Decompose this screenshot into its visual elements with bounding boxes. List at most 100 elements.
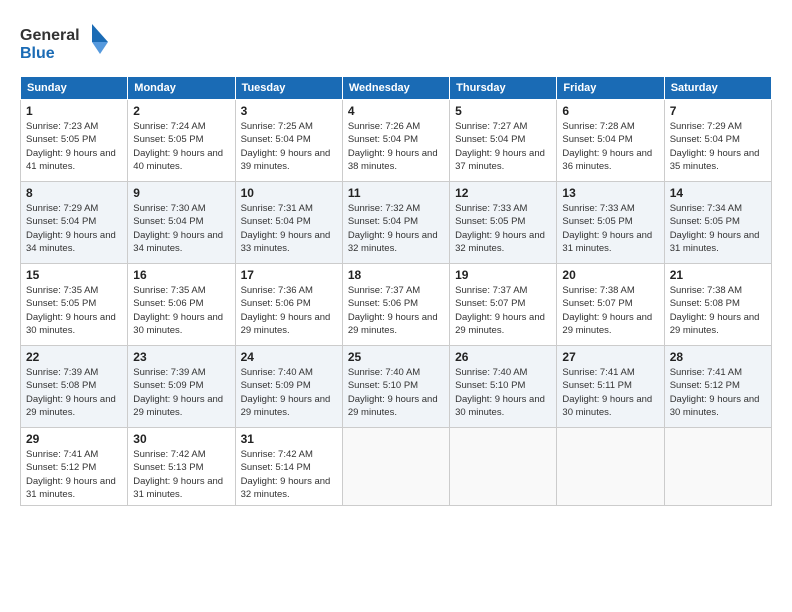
calendar-cell: 7 Sunrise: 7:29 AMSunset: 5:04 PMDaylight… (664, 100, 771, 182)
calendar-cell: 2 Sunrise: 7:24 AMSunset: 5:05 PMDaylight… (128, 100, 235, 182)
day-info: Sunrise: 7:23 AMSunset: 5:05 PMDaylight:… (26, 120, 122, 173)
day-info: Sunrise: 7:29 AMSunset: 5:04 PMDaylight:… (26, 202, 122, 255)
day-number: 11 (348, 186, 444, 200)
calendar-cell: 3Sunrise: 7:25 AMSunset: 5:04 PMDaylight… (235, 100, 342, 182)
day-info: Sunrise: 7:28 AMSunset: 5:04 PMDaylight:… (562, 120, 658, 173)
calendar-cell: 14 Sunrise: 7:34 AMSunset: 5:05 PMDayligh… (664, 182, 771, 264)
day-info: Sunrise: 7:33 AMSunset: 5:05 PMDaylight:… (562, 202, 658, 255)
day-info: Sunrise: 7:41 AMSunset: 5:12 PMDaylight:… (26, 448, 122, 501)
day-info: Sunrise: 7:29 AMSunset: 5:04 PMDaylight:… (670, 120, 766, 173)
day-number: 5 (455, 104, 551, 118)
day-number: 27 (562, 350, 658, 364)
day-info: Sunrise: 7:35 AMSunset: 5:05 PMDaylight:… (26, 284, 122, 337)
calendar-cell: 15 Sunrise: 7:35 AMSunset: 5:05 PMDayligh… (21, 264, 128, 346)
calendar-cell (342, 428, 449, 506)
day-number: 10 (241, 186, 337, 200)
day-number: 9 (133, 186, 229, 200)
day-number: 15 (26, 268, 122, 282)
calendar-table: SundayMondayTuesdayWednesdayThursdayFrid… (20, 76, 772, 506)
day-number: 16 (133, 268, 229, 282)
calendar-cell: 16 Sunrise: 7:35 AMSunset: 5:06 PMDayligh… (128, 264, 235, 346)
calendar-cell: 24Sunrise: 7:40 AMSunset: 5:09 PMDayligh… (235, 346, 342, 428)
calendar-cell: 18Sunrise: 7:37 AMSunset: 5:06 PMDayligh… (342, 264, 449, 346)
day-info: Sunrise: 7:32 AMSunset: 5:04 PMDaylight:… (348, 202, 444, 255)
day-number: 2 (133, 104, 229, 118)
day-info: Sunrise: 7:41 AMSunset: 5:11 PMDaylight:… (562, 366, 658, 419)
day-info: Sunrise: 7:42 AMSunset: 5:14 PMDaylight:… (241, 448, 337, 501)
day-info: Sunrise: 7:38 AMSunset: 5:07 PMDaylight:… (562, 284, 658, 337)
day-number: 25 (348, 350, 444, 364)
calendar-cell: 31 Sunrise: 7:42 AMSunset: 5:14 PMDayligh… (235, 428, 342, 506)
calendar-cell: 30Sunrise: 7:42 AMSunset: 5:13 PMDayligh… (128, 428, 235, 506)
calendar-cell: 23 Sunrise: 7:39 AMSunset: 5:09 PMDayligh… (128, 346, 235, 428)
calendar-cell: 12Sunrise: 7:33 AMSunset: 5:05 PMDayligh… (450, 182, 557, 264)
weekday-header-sunday: Sunday (21, 77, 128, 100)
day-number: 24 (241, 350, 337, 364)
weekday-header-thursday: Thursday (450, 77, 557, 100)
calendar-cell: 17 Sunrise: 7:36 AMSunset: 5:06 PMDayligh… (235, 264, 342, 346)
day-info: Sunrise: 7:35 AMSunset: 5:06 PMDaylight:… (133, 284, 229, 337)
svg-text:General: General (20, 27, 80, 44)
calendar-cell (450, 428, 557, 506)
day-number: 14 (670, 186, 766, 200)
day-number: 1 (26, 104, 122, 118)
svg-text:Blue: Blue (20, 45, 55, 62)
day-number: 31 (241, 432, 337, 446)
calendar-cell: 21Sunrise: 7:38 AMSunset: 5:08 PMDayligh… (664, 264, 771, 346)
day-number: 30 (133, 432, 229, 446)
logo-svg: General Blue (20, 20, 110, 64)
calendar-week-5: 29 Sunrise: 7:41 AMSunset: 5:12 PMDayligh… (21, 428, 772, 506)
calendar-cell: 11 Sunrise: 7:32 AMSunset: 5:04 PMDayligh… (342, 182, 449, 264)
day-info: Sunrise: 7:37 AMSunset: 5:07 PMDaylight:… (455, 284, 551, 337)
day-info: Sunrise: 7:31 AMSunset: 5:04 PMDaylight:… (241, 202, 337, 255)
calendar-cell: 25 Sunrise: 7:40 AMSunset: 5:10 PMDayligh… (342, 346, 449, 428)
calendar-cell: 27 Sunrise: 7:41 AMSunset: 5:11 PMDayligh… (557, 346, 664, 428)
day-info: Sunrise: 7:27 AMSunset: 5:04 PMDaylight:… (455, 120, 551, 173)
day-info: Sunrise: 7:39 AMSunset: 5:08 PMDaylight:… (26, 366, 122, 419)
day-info: Sunrise: 7:39 AMSunset: 5:09 PMDaylight:… (133, 366, 229, 419)
calendar-cell: 9Sunrise: 7:30 AMSunset: 5:04 PMDaylight… (128, 182, 235, 264)
day-info: Sunrise: 7:34 AMSunset: 5:05 PMDaylight:… (670, 202, 766, 255)
calendar-cell: 1 Sunrise: 7:23 AMSunset: 5:05 PMDaylight… (21, 100, 128, 182)
header: General Blue (20, 20, 772, 64)
day-number: 3 (241, 104, 337, 118)
calendar-cell (557, 428, 664, 506)
weekday-header-tuesday: Tuesday (235, 77, 342, 100)
calendar-cell (664, 428, 771, 506)
calendar-week-1: 1 Sunrise: 7:23 AMSunset: 5:05 PMDaylight… (21, 100, 772, 182)
day-number: 4 (348, 104, 444, 118)
calendar-cell: 10 Sunrise: 7:31 AMSunset: 5:04 PMDayligh… (235, 182, 342, 264)
day-number: 17 (241, 268, 337, 282)
calendar-cell: 28Sunrise: 7:41 AMSunset: 5:12 PMDayligh… (664, 346, 771, 428)
day-number: 13 (562, 186, 658, 200)
calendar-cell: 20 Sunrise: 7:38 AMSunset: 5:07 PMDayligh… (557, 264, 664, 346)
day-info: Sunrise: 7:26 AMSunset: 5:04 PMDaylight:… (348, 120, 444, 173)
calendar-cell: 19 Sunrise: 7:37 AMSunset: 5:07 PMDayligh… (450, 264, 557, 346)
day-number: 29 (26, 432, 122, 446)
calendar-week-2: 8Sunrise: 7:29 AMSunset: 5:04 PMDaylight… (21, 182, 772, 264)
calendar-cell: 5 Sunrise: 7:27 AMSunset: 5:04 PMDaylight… (450, 100, 557, 182)
calendar-cell: 8Sunrise: 7:29 AMSunset: 5:04 PMDaylight… (21, 182, 128, 264)
day-info: Sunrise: 7:36 AMSunset: 5:06 PMDaylight:… (241, 284, 337, 337)
logo: General Blue (20, 20, 110, 64)
calendar-cell: 22Sunrise: 7:39 AMSunset: 5:08 PMDayligh… (21, 346, 128, 428)
weekday-header-monday: Monday (128, 77, 235, 100)
day-number: 19 (455, 268, 551, 282)
day-number: 7 (670, 104, 766, 118)
day-number: 26 (455, 350, 551, 364)
day-number: 18 (348, 268, 444, 282)
day-info: Sunrise: 7:41 AMSunset: 5:12 PMDaylight:… (670, 366, 766, 419)
calendar-cell: 13 Sunrise: 7:33 AMSunset: 5:05 PMDayligh… (557, 182, 664, 264)
day-number: 20 (562, 268, 658, 282)
day-info: Sunrise: 7:33 AMSunset: 5:05 PMDaylight:… (455, 202, 551, 255)
calendar-week-4: 22Sunrise: 7:39 AMSunset: 5:08 PMDayligh… (21, 346, 772, 428)
calendar-cell: 26 Sunrise: 7:40 AMSunset: 5:10 PMDayligh… (450, 346, 557, 428)
day-info: Sunrise: 7:24 AMSunset: 5:05 PMDaylight:… (133, 120, 229, 173)
day-number: 23 (133, 350, 229, 364)
calendar-cell: 4 Sunrise: 7:26 AMSunset: 5:04 PMDaylight… (342, 100, 449, 182)
day-info: Sunrise: 7:38 AMSunset: 5:08 PMDaylight:… (670, 284, 766, 337)
page: General Blue SundayMondayTuesdayWednesda… (0, 0, 792, 612)
calendar-cell: 6Sunrise: 7:28 AMSunset: 5:04 PMDaylight… (557, 100, 664, 182)
day-info: Sunrise: 7:40 AMSunset: 5:10 PMDaylight:… (455, 366, 551, 419)
day-info: Sunrise: 7:40 AMSunset: 5:10 PMDaylight:… (348, 366, 444, 419)
